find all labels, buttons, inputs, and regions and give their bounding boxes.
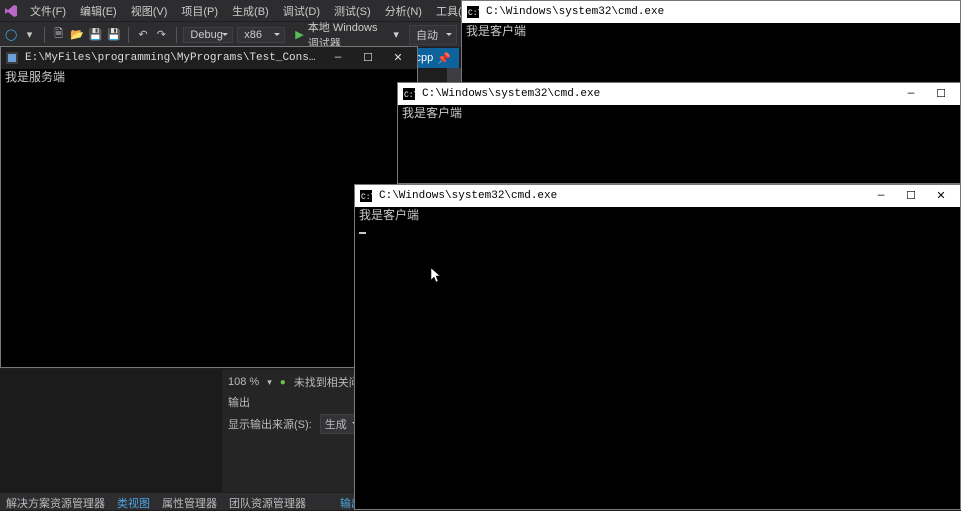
menu-build[interactable]: 生成(B) <box>226 1 275 21</box>
separator <box>128 27 129 43</box>
cmd-window-client-3[interactable]: C:\ C:\Windows\system32\cmd.exe — ☐ ✕ 我是… <box>354 184 961 510</box>
vs-logo-icon <box>4 3 18 19</box>
svg-text:C:\: C:\ <box>361 193 372 202</box>
vs-lower-left <box>0 370 222 492</box>
run-mode-combo[interactable]: 自动 <box>409 25 457 45</box>
titlebar[interactable]: C:\ C:\Windows\system32\cmd.exe <box>462 1 960 23</box>
title-text: E:\MyFiles\programming\MyPrograms\Test_C… <box>25 52 317 64</box>
menu-file[interactable]: 文件(F) <box>24 1 72 21</box>
undo-icon[interactable]: ↶ <box>136 26 150 44</box>
save-icon[interactable]: 💾 <box>88 26 102 44</box>
cmd-icon: C:\ <box>402 87 416 101</box>
config-combo[interactable]: Debug <box>183 27 233 43</box>
platform-combo[interactable]: x86 <box>237 27 285 43</box>
titlebar[interactable]: C:\ C:\Windows\system32\cmd.exe — ☐ <box>398 83 960 105</box>
console-output: 我是客户端 <box>462 23 960 83</box>
title-text: C:\Windows\system32\cmd.exe <box>422 88 890 100</box>
nav-fwd-icon[interactable]: ▾ <box>22 26 36 44</box>
cmd-window-client-2[interactable]: C:\ C:\Windows\system32\cmd.exe — ☐ 我是客户… <box>397 82 961 184</box>
app-icon <box>5 51 19 65</box>
menu-edit[interactable]: 编辑(E) <box>74 1 123 21</box>
titlebar[interactable]: C:\ C:\Windows\system32\cmd.exe — ☐ ✕ <box>355 185 960 207</box>
maximize-button[interactable]: ☐ <box>896 186 926 206</box>
new-file-icon[interactable]: 🗎 <box>52 26 66 44</box>
minimize-button[interactable]: — <box>866 186 896 206</box>
redo-icon[interactable]: ↷ <box>154 26 168 44</box>
tab-property-manager[interactable]: 属性管理器 <box>156 493 223 510</box>
separator <box>44 27 45 43</box>
console-output: 我是客户端 <box>355 207 960 509</box>
maximize-button[interactable]: ☐ <box>926 84 956 104</box>
maximize-button[interactable]: ☐ <box>353 48 383 68</box>
console-output: 我是客户端 <box>398 105 960 183</box>
pin-icon[interactable]: 📌 <box>437 52 451 65</box>
svg-text:C:\: C:\ <box>404 91 415 100</box>
tab-label: cpp <box>416 52 434 64</box>
vs-toolbar: ◯ ▾ 🗎 📂 💾 💾 ↶ ↷ Debug x86 ▶ 本地 Windows 调… <box>0 22 461 48</box>
svg-text:C:\: C:\ <box>468 9 479 18</box>
save-all-icon[interactable]: 💾 <box>107 26 121 44</box>
minimize-button[interactable]: — <box>323 48 353 68</box>
tab-class-view[interactable]: 类视图 <box>111 493 156 510</box>
minimize-button[interactable]: — <box>896 84 926 104</box>
zoom-level[interactable]: 108 % <box>228 376 259 388</box>
title-text: C:\Windows\system32\cmd.exe <box>486 6 956 18</box>
menu-project[interactable]: 项目(P) <box>175 1 224 21</box>
tab-team-explorer[interactable]: 团队资源管理器 <box>223 493 312 510</box>
cmd-icon: C:\ <box>359 189 373 203</box>
separator <box>176 27 177 43</box>
cmd-window-client-1[interactable]: C:\ C:\Windows\system32\cmd.exe 我是客户端 <box>461 0 961 84</box>
play-icon: ▶ <box>295 28 303 41</box>
check-icon: ● <box>280 377 286 388</box>
open-file-icon[interactable]: 📂 <box>70 26 84 44</box>
titlebar[interactable]: E:\MyFiles\programming\MyPrograms\Test_C… <box>1 47 417 69</box>
output-source-label: 显示输出来源(S): <box>228 416 312 432</box>
cmd-icon: C:\ <box>466 5 480 19</box>
close-button[interactable]: ✕ <box>383 48 413 68</box>
title-text: C:\Windows\system32\cmd.exe <box>379 190 860 202</box>
text-cursor <box>359 232 366 234</box>
menu-view[interactable]: 视图(V) <box>125 1 174 21</box>
nav-back-icon[interactable]: ◯ <box>4 26 18 44</box>
tab-solution-explorer[interactable]: 解决方案资源管理器 <box>0 493 111 510</box>
close-button[interactable]: ✕ <box>926 186 956 206</box>
